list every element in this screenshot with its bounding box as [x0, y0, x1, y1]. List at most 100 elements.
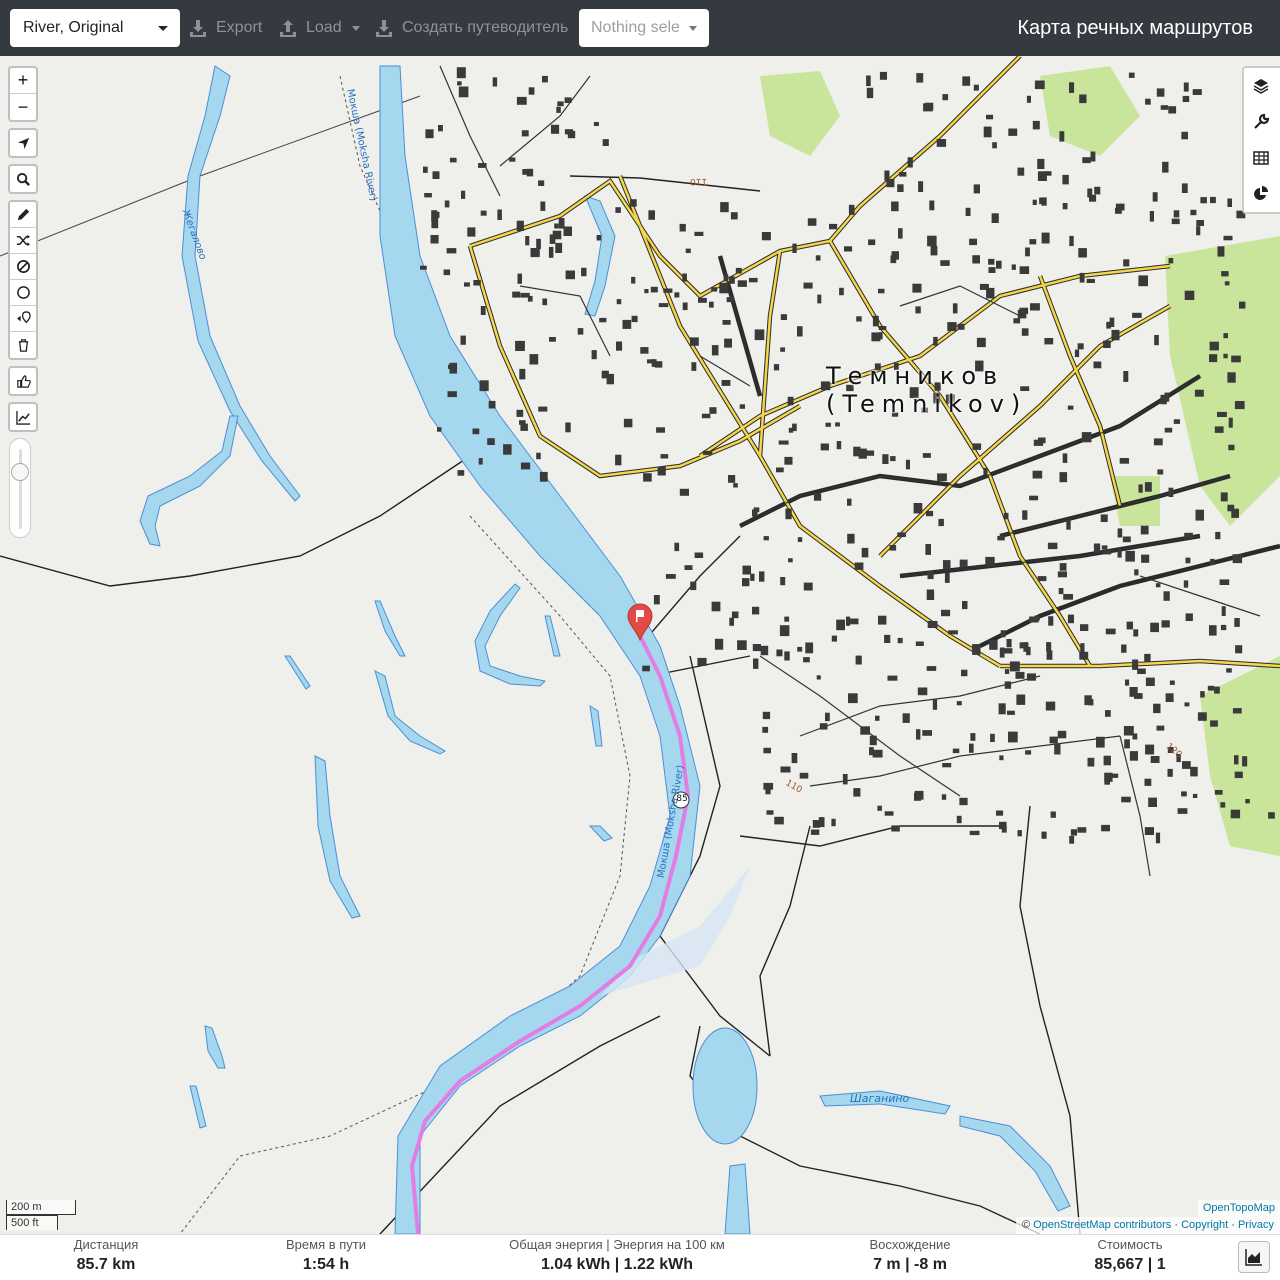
building — [803, 282, 813, 289]
building — [1069, 82, 1075, 93]
building — [656, 427, 665, 433]
analysis-button[interactable] — [1244, 176, 1278, 212]
building — [720, 202, 729, 213]
thumb-button[interactable] — [10, 368, 36, 394]
building — [748, 277, 758, 283]
building — [936, 139, 947, 147]
building — [1214, 686, 1220, 694]
building — [1182, 95, 1190, 102]
building — [1067, 405, 1074, 410]
create-guide-button[interactable]: Создать путеводитель — [374, 9, 568, 47]
stat-value: 1.04 kWh | 1.22 kWh — [540, 1256, 694, 1273]
load-button[interactable]: Load — [278, 9, 360, 47]
zoom-out-button[interactable]: − — [10, 94, 36, 120]
building — [926, 589, 935, 600]
building — [1047, 542, 1058, 550]
building — [1162, 161, 1169, 173]
draw-route-button[interactable] — [10, 202, 36, 228]
search-button[interactable] — [10, 166, 36, 192]
waypoint-button[interactable] — [10, 306, 36, 332]
building — [1154, 335, 1159, 346]
osm-link[interactable]: OpenStreetMap contributors — [1033, 1219, 1171, 1231]
building — [711, 345, 719, 356]
building — [742, 565, 751, 575]
elevation-chart-button[interactable] — [10, 404, 36, 430]
stat-energy: Общая энергия | Энергия на 100 км 1.04 k… — [497, 1237, 737, 1277]
building — [457, 470, 465, 476]
building — [825, 712, 830, 722]
building — [972, 443, 982, 450]
building — [1150, 756, 1160, 763]
no-go-area-button[interactable] — [10, 254, 36, 280]
opacity-slider[interactable] — [9, 438, 31, 538]
slider-handle[interactable] — [11, 463, 29, 481]
building — [1054, 744, 1061, 755]
building — [1209, 354, 1218, 363]
building — [525, 236, 530, 246]
building — [1077, 343, 1084, 350]
building — [1096, 736, 1105, 748]
building — [1242, 756, 1248, 767]
delete-route-button[interactable] — [10, 332, 36, 358]
building — [492, 77, 498, 87]
selection-select-value: Nothing sele — [591, 19, 680, 36]
building — [912, 283, 922, 293]
pencil-icon — [17, 208, 29, 221]
stat-label: Восхождение — [869, 1237, 951, 1252]
building — [846, 616, 851, 626]
building — [938, 518, 944, 527]
building — [674, 542, 680, 552]
privacy-link[interactable]: Privacy — [1238, 1219, 1274, 1231]
building — [1003, 648, 1013, 654]
layers-button[interactable] — [1244, 68, 1278, 104]
map-canvas[interactable]: Темников (Temnikov) Мокша (Moksha River)… — [0, 56, 1280, 1234]
locate-button[interactable] — [10, 130, 36, 156]
building — [776, 649, 783, 657]
zoom-in-button[interactable]: + — [10, 68, 36, 94]
building — [517, 273, 522, 284]
stat-value: 85.7 km — [76, 1256, 136, 1273]
building — [890, 255, 897, 264]
export-button[interactable]: Export — [188, 9, 262, 47]
building — [930, 246, 938, 256]
stat-time: Время в пути 1:54 h — [266, 1237, 386, 1277]
building — [542, 75, 548, 83]
copyright-link[interactable]: Copyright — [1181, 1219, 1228, 1231]
building — [724, 338, 732, 348]
building — [552, 230, 562, 240]
building — [948, 630, 958, 635]
reverse-route-button[interactable] — [10, 228, 36, 254]
building — [1169, 680, 1175, 685]
building — [1223, 353, 1228, 359]
building — [878, 288, 885, 294]
building — [1173, 210, 1180, 218]
building — [761, 232, 771, 241]
building — [1234, 401, 1245, 410]
building — [444, 200, 450, 208]
building — [797, 537, 803, 542]
profile-select[interactable]: River, Original — [10, 9, 180, 47]
elevation-profile-button[interactable] — [1238, 1241, 1270, 1273]
building — [488, 400, 496, 409]
layer-attribution[interactable]: OpenTopoMap — [1197, 1200, 1280, 1217]
building — [976, 337, 986, 348]
selection-select[interactable]: Nothing sele — [579, 9, 709, 47]
building — [799, 772, 809, 779]
circle-area-button[interactable] — [10, 280, 36, 306]
building — [520, 462, 531, 470]
building — [776, 467, 784, 473]
building — [1093, 543, 1101, 553]
building — [1163, 591, 1170, 601]
building — [653, 595, 660, 605]
building — [478, 163, 487, 168]
scale-imperial: 500 ft — [6, 1215, 58, 1230]
building — [1209, 341, 1219, 351]
building — [1223, 235, 1233, 241]
building — [660, 454, 669, 459]
settings-button[interactable] — [1244, 104, 1278, 140]
building — [844, 246, 853, 252]
building — [1004, 681, 1012, 689]
building — [956, 701, 962, 706]
stat-label: Общая энергия | Энергия на 100 км — [509, 1237, 725, 1252]
data-table-button[interactable] — [1244, 140, 1278, 176]
